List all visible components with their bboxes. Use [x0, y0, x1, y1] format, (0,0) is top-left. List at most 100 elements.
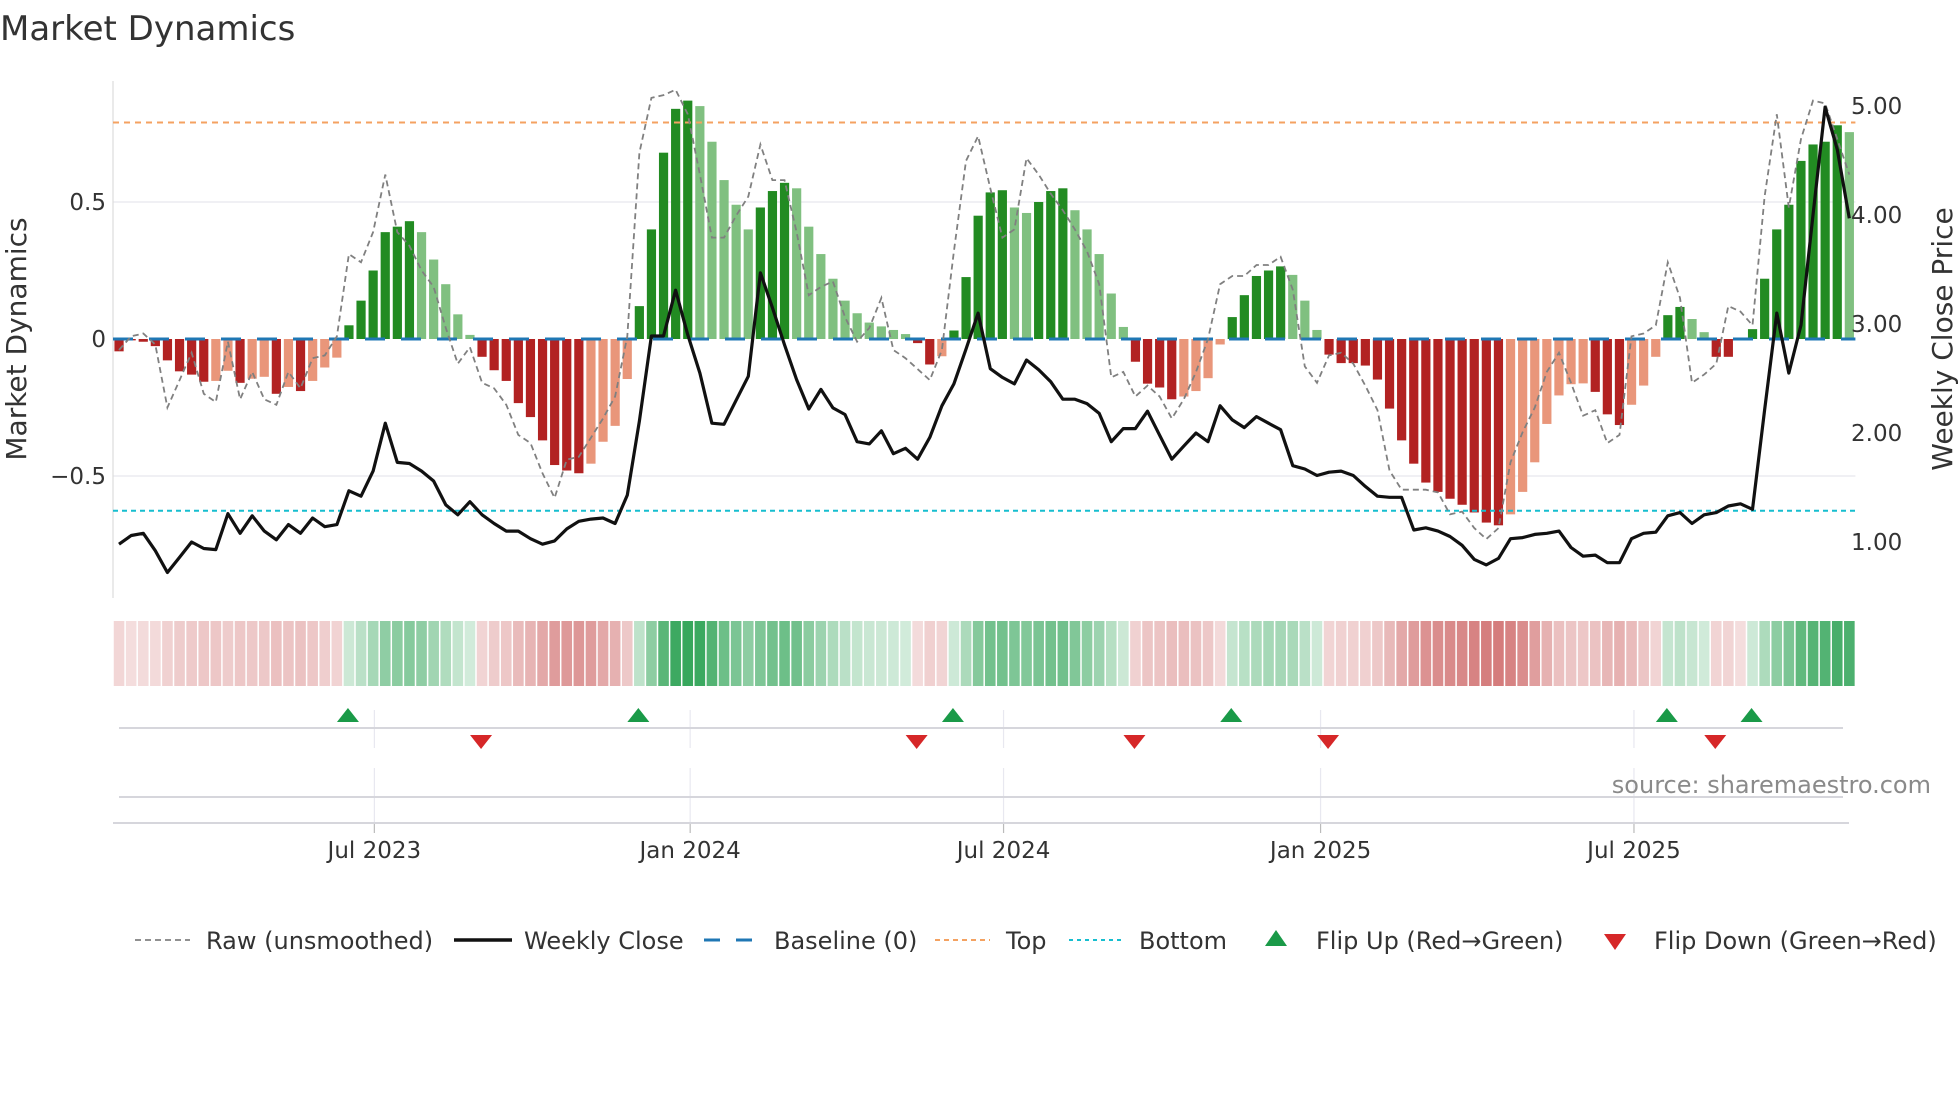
- heat-strip-cell: [1638, 621, 1649, 686]
- heat-strip-cell: [1251, 621, 1262, 686]
- heat-strip-cell: [162, 621, 173, 686]
- heat-strip-cell: [1287, 621, 1299, 686]
- dynamics-bar: [344, 325, 354, 339]
- dynamics-bar: [1348, 339, 1358, 364]
- heat-strip-cell: [1202, 621, 1214, 686]
- dynamics-bar: [1723, 339, 1733, 357]
- dynamics-bar: [1276, 266, 1286, 339]
- dynamics-bar: [961, 277, 971, 339]
- heat-strip-cell: [234, 621, 246, 686]
- heat-strip-cell: [307, 621, 318, 686]
- heat-strip-cell: [597, 621, 609, 686]
- heat-strip-cell: [210, 621, 222, 686]
- y2-tick-label: 3.00: [1851, 312, 1902, 338]
- legend-bottom-label: Bottom: [1139, 927, 1227, 955]
- heat-strip-cell: [730, 621, 742, 686]
- flip-up-marker: [1655, 708, 1678, 722]
- dynamics-bar: [1215, 339, 1225, 345]
- heat-strip-cell: [343, 621, 355, 686]
- x-tick-label: Jan 2024: [638, 838, 741, 864]
- heat-strip-cell: [1783, 621, 1795, 686]
- heat-strip-cell: [815, 621, 827, 686]
- heat-strip-cell: [948, 621, 960, 686]
- dynamics-bar: [380, 232, 390, 339]
- dynamics-bar: [925, 339, 935, 365]
- heat-strip-cell: [549, 621, 560, 686]
- heat-strip-cell: [984, 621, 996, 686]
- heat-strip-cell: [609, 621, 621, 686]
- x-tick-label: Jul 2024: [955, 838, 1051, 864]
- heat-strip-cell: [1602, 621, 1613, 686]
- dynamics-bar: [489, 339, 499, 371]
- heat-strip-cell: [198, 621, 210, 686]
- heat-strip-cell: [1844, 621, 1855, 686]
- heat-strip-cell: [1432, 621, 1444, 686]
- heat-strip-cell: [1771, 621, 1783, 686]
- heat-strip-cell: [1529, 621, 1541, 686]
- flip-down-marker: [1704, 735, 1727, 749]
- dynamics-bar: [1614, 339, 1625, 426]
- dynamics-bar: [332, 339, 342, 358]
- heat-strip-cell: [1130, 621, 1141, 686]
- dynamics-bar: [1566, 339, 1576, 385]
- heat-strip-cell: [573, 621, 585, 686]
- dynamics-bar: [1263, 270, 1274, 339]
- dynamics-bar: [1433, 339, 1443, 492]
- dynamics-bar: [1651, 339, 1661, 357]
- right-axis-ticks: 5.00 4.00 3.00 2.00 1.00: [1851, 94, 1902, 556]
- x-axis: Jul 2023 Jan 2024 Jul 2024 Jan 2025 Jul …: [326, 838, 1681, 864]
- heat-strip-cell: [1408, 621, 1420, 686]
- dynamics-bar: [247, 339, 257, 379]
- heat-strip-cell: [1347, 621, 1359, 686]
- dynamics-bar: [1445, 339, 1455, 499]
- heat-strip-cell: [1275, 621, 1286, 686]
- flip-down-marker: [905, 735, 928, 749]
- heat-strip-cell: [1069, 621, 1081, 686]
- left-axis-ticks: 0.5 0 −0.5: [50, 190, 106, 490]
- dynamics-bar: [1384, 339, 1395, 409]
- heat-strip-cell: [1045, 621, 1057, 686]
- heat-strip-cell: [500, 621, 512, 686]
- heat-strip-cell: [1505, 621, 1516, 686]
- dynamics-bar: [598, 339, 608, 442]
- heat-strip-cell: [1178, 621, 1190, 686]
- dynamics-bar: [356, 300, 366, 339]
- heat-strip-cell: [1626, 621, 1637, 686]
- heat-strip-cell: [888, 621, 899, 686]
- heat-strip-cell: [428, 621, 439, 686]
- dynamics-bar: [1179, 339, 1189, 397]
- dynamics-bar: [731, 204, 741, 339]
- heat-strip-cell: [319, 621, 331, 686]
- dynamics-bar: [320, 339, 330, 368]
- heat-strip-cell: [1311, 621, 1323, 686]
- dynamics-bar: [622, 339, 632, 380]
- dynamics-bar: [586, 339, 596, 464]
- heat-strip-cell: [452, 621, 464, 686]
- dynamics-bar: [876, 326, 886, 339]
- heat-strip-cell: [1541, 621, 1553, 686]
- heat-strip-cell: [1493, 621, 1504, 686]
- dynamics-bar: [1457, 339, 1467, 505]
- heat-strip-cell: [1674, 621, 1686, 686]
- heat-strip-cell: [258, 621, 270, 686]
- dynamics-bar: [199, 339, 209, 382]
- heat-strip-cell: [113, 621, 125, 686]
- heat-strip-cell: [513, 621, 524, 686]
- heat-strip-cell: [1517, 621, 1528, 686]
- heat-strip-cell: [1759, 621, 1770, 686]
- dynamics-bar: [840, 300, 850, 339]
- heat-strip-cell: [634, 621, 645, 686]
- dynamics-bar: [779, 182, 790, 339]
- heat-strip-cell: [706, 621, 718, 686]
- dynamics-bar: [1469, 339, 1479, 513]
- heat-strip-cell: [246, 621, 258, 686]
- heat-strip-cell: [1226, 621, 1238, 686]
- heat-strip-cell: [1577, 621, 1589, 686]
- dynamics-bar: [1554, 339, 1564, 396]
- dynamics-bar: [1227, 317, 1237, 339]
- heat-strip-cell: [1686, 621, 1698, 686]
- heat-strip-cell: [972, 621, 984, 686]
- dynamics-bar: [259, 339, 269, 377]
- dynamics-bar: [1046, 191, 1056, 339]
- dynamics-bar: [816, 254, 826, 339]
